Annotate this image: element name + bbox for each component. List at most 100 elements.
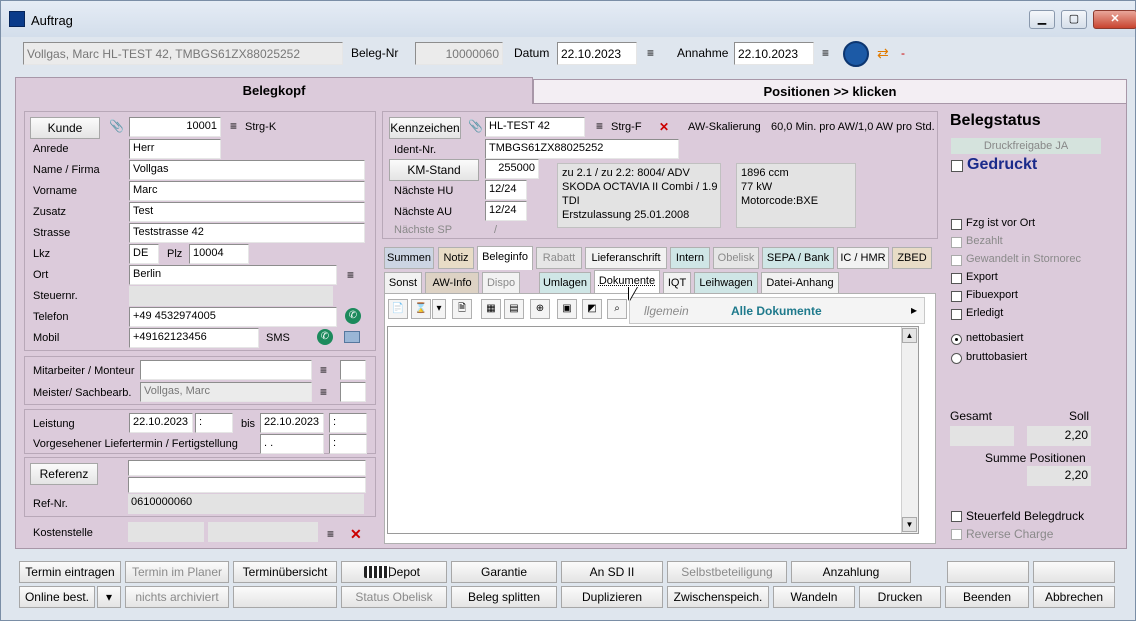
kennzeichen-menu-icon[interactable]: ≡ [596, 119, 603, 133]
tab-ic-hmr[interactable]: IC / HMR [837, 247, 889, 269]
km-stand-field[interactable]: 255000 [485, 159, 539, 179]
tab-beleginfo[interactable]: Beleginfo [477, 246, 533, 270]
sync-arrows-icon[interactable]: ⇄ [877, 45, 893, 61]
referenz-button[interactable]: Referenz [30, 463, 98, 485]
leistung-bis-zeit-field[interactable]: : [329, 413, 367, 433]
ident-field[interactable]: TMBGS61ZX88025252 [485, 139, 679, 159]
tab-leihwagen[interactable]: Leihwagen [694, 272, 758, 294]
kostenstelle-field-1[interactable] [128, 522, 204, 542]
datum-field[interactable]: 22.10.2023 [557, 42, 637, 65]
vorname-field[interactable]: Marc [129, 181, 365, 201]
zwischenspeichern-button[interactable]: Zwischenspeich. [667, 586, 769, 608]
kostenstelle-menu-icon[interactable]: ≡ [327, 527, 334, 541]
plz-field[interactable]: 10004 [189, 244, 249, 264]
template-dropdown-icon[interactable]: ▾ [432, 299, 446, 319]
mobil-call-icon[interactable]: ✆ [317, 329, 333, 345]
zoom-icon[interactable]: ⊕ [530, 299, 550, 319]
documents-list[interactable] [387, 326, 919, 534]
kennzeichen-field[interactable]: HL-TEST 42 [485, 117, 585, 137]
annahme-menu-icon[interactable]: ≡ [822, 46, 829, 60]
steuernr-field[interactable] [129, 286, 333, 306]
nettobasiert-radio[interactable] [951, 334, 962, 345]
close-window-button[interactable]: ✕ [1093, 10, 1136, 29]
strasse-field[interactable]: Teststrasse 42 [129, 223, 365, 243]
template-icon[interactable]: ⌛ [411, 299, 431, 319]
depot-button[interactable]: Depot [341, 561, 447, 583]
kostenstelle-field-2[interactable] [208, 522, 318, 542]
gewandelt-checkbox[interactable] [951, 255, 962, 266]
mobil-field[interactable]: +49162123456 [129, 328, 259, 348]
status-obelisk-button[interactable]: Status Obelisk [341, 586, 447, 608]
wandeln-button[interactable]: Wandeln [773, 586, 855, 608]
km-stand-button[interactable]: KM-Stand [389, 159, 479, 181]
new-document-icon[interactable]: 📄 [388, 299, 408, 319]
anzahlung-button[interactable]: Anzahlung [791, 561, 911, 583]
online-bestellen-button[interactable]: Online best. [19, 586, 95, 608]
gedruckt-checkbox[interactable] [951, 160, 963, 172]
referenz-field-1[interactable] [128, 460, 366, 476]
terminuebersicht-button[interactable]: Terminübersicht [233, 561, 337, 583]
reverse-charge-checkbox[interactable] [951, 529, 962, 540]
lkz-field[interactable]: DE [129, 244, 159, 264]
au-field[interactable]: 12/24 [485, 201, 527, 221]
tab-belegkopf[interactable]: Belegkopf [15, 77, 533, 104]
menu-allgemein[interactable]: llgemein [644, 304, 689, 318]
tab-intern[interactable]: Intern [670, 247, 710, 269]
minimize-button[interactable]: ▁ [1029, 10, 1055, 29]
tab-dispo[interactable]: Dispo [482, 272, 520, 294]
kennzeichen-paperclip-icon[interactable]: 📎 [468, 119, 483, 133]
kunde-menu-icon[interactable]: ≡ [230, 119, 237, 133]
selbstbeteiligung-button[interactable]: Selbstbeteiligung [667, 561, 787, 583]
beenden-button[interactable]: Beenden [945, 586, 1029, 608]
ort-menu-icon[interactable]: ≡ [347, 268, 354, 282]
tab-sepa-bank[interactable]: SEPA / Bank [762, 247, 834, 269]
tab-iqt[interactable]: IQT [663, 272, 691, 294]
scroll-down-icon[interactable]: ▼ [902, 517, 917, 532]
empty-button-2[interactable] [1033, 561, 1115, 583]
steuerfeld-checkbox[interactable] [951, 511, 962, 522]
bezahlt-checkbox[interactable] [951, 237, 962, 248]
tab-lieferanschrift[interactable]: Lieferanschrift [585, 247, 667, 269]
kunde-button[interactable]: Kunde [30, 117, 100, 139]
kennzeichen-button[interactable]: Kennzeichen [389, 117, 461, 139]
leistung-von-zeit-field[interactable]: : [195, 413, 233, 433]
maximize-button[interactable]: ▢ [1061, 10, 1087, 29]
empty-button-3[interactable] [233, 586, 337, 608]
beleg-splitten-button[interactable]: Beleg splitten [451, 586, 557, 608]
liefertermin-zeit-field[interactable]: : [329, 434, 367, 454]
tab-notiz[interactable]: Notiz [438, 247, 474, 269]
leistung-von-field[interactable]: 22.10.2023 [129, 413, 193, 433]
documents-scrollbar[interactable] [901, 327, 918, 533]
tab-aw-info[interactable]: AW-Info [425, 272, 479, 294]
drucken-button[interactable]: Drucken [859, 586, 941, 608]
phone-call-icon[interactable]: ✆ [345, 308, 361, 324]
anrede-field[interactable]: Herr [129, 139, 221, 159]
an-sd-ii-button[interactable]: An SD II [561, 561, 663, 583]
fzg-vor-ort-checkbox[interactable] [951, 219, 962, 230]
name-field[interactable]: Vollgas [129, 160, 365, 180]
kennzeichen-clear-icon[interactable]: ✕ [659, 120, 669, 134]
tab-datei-anhang[interactable]: Datei-Anhang [761, 272, 839, 294]
customer-summary-field[interactable]: Vollgas, Marc HL-TEST 42, TMBGS61ZX88025… [23, 42, 343, 65]
document-settings-icon[interactable]: 🗎 [452, 299, 472, 319]
termin-im-planer-button[interactable]: Termin im Planer [125, 561, 229, 583]
sms-send-icon[interactable] [344, 331, 360, 343]
monteur-extra-field[interactable] [340, 360, 366, 380]
meister-extra-field[interactable] [340, 382, 366, 402]
meister-field[interactable]: Vollgas, Marc [140, 382, 312, 402]
image-icon[interactable]: ▣ [557, 299, 577, 319]
tab-obelisk[interactable]: Obelisk [713, 247, 759, 269]
monteur-field[interactable] [140, 360, 312, 380]
annahme-field[interactable]: 22.10.2023 [734, 42, 814, 65]
kunde-nr-field[interactable]: 10001 [129, 117, 221, 137]
monteur-menu-icon[interactable]: ≡ [320, 363, 327, 377]
bruttobasiert-radio[interactable] [951, 353, 962, 364]
tab-rabatt[interactable]: Rabatt [536, 247, 582, 269]
abbrechen-button[interactable]: Abbrechen [1033, 586, 1115, 608]
liefertermin-field[interactable]: . . [260, 434, 324, 454]
tab-summen[interactable]: Summen [384, 247, 434, 269]
online-dropdown-icon[interactable]: ▾ [97, 586, 121, 608]
tab-dokumente[interactable]: Dokumente [594, 270, 660, 294]
fibuexport-checkbox[interactable] [951, 291, 962, 302]
telefon-field[interactable]: +49 4532974005 [129, 307, 337, 327]
